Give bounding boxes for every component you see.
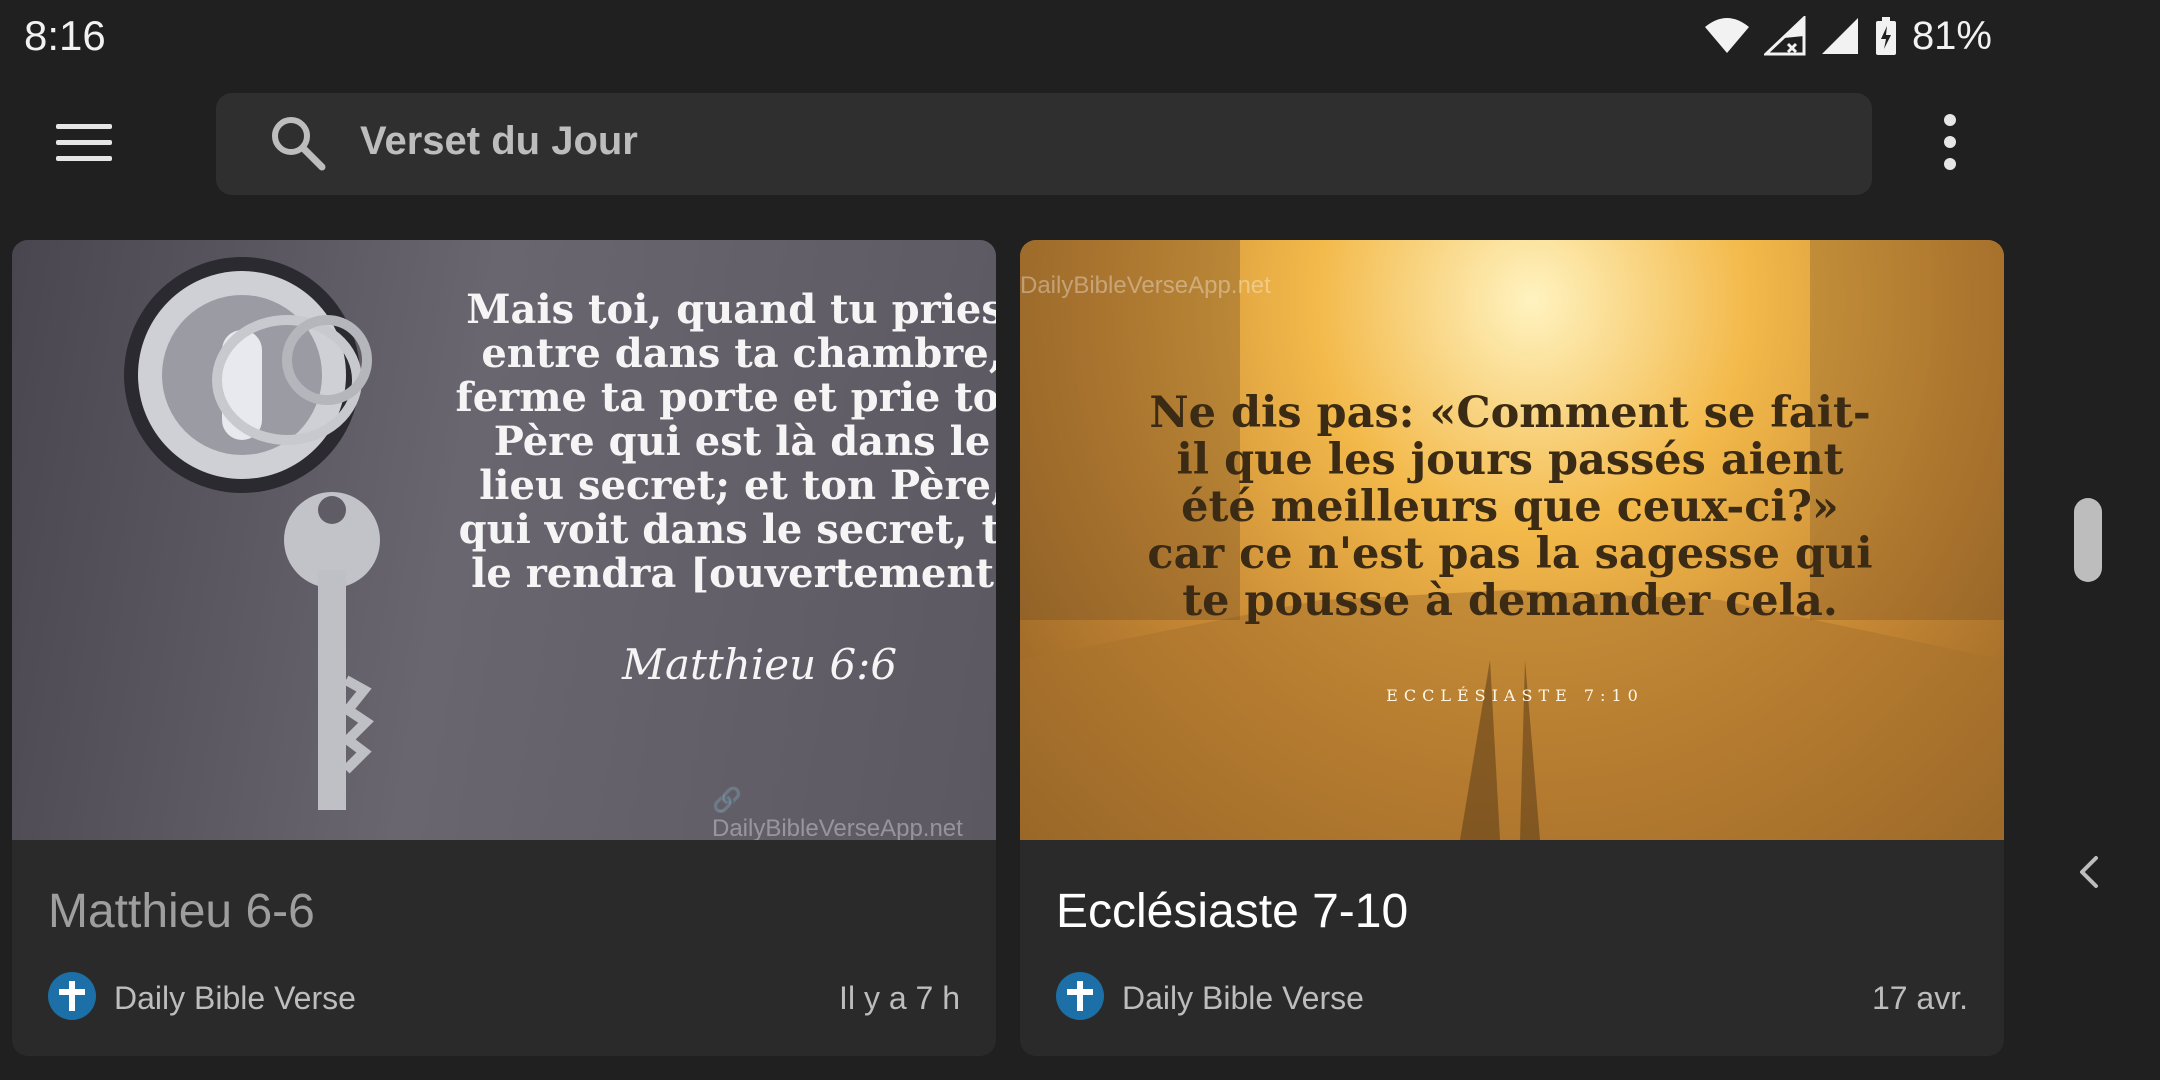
battery-percent: 81% bbox=[1911, 13, 1992, 58]
status-time: 8:16 bbox=[24, 12, 106, 59]
verse-image-text: Mais toi, quand tu pries, entre dans ta … bbox=[455, 286, 996, 597]
search-bar[interactable]: Verset du Jour bbox=[216, 93, 1872, 195]
verse-image-reference: Matthieu 6:6 bbox=[622, 640, 898, 689]
card-title: Ecclésiaste 7-10 bbox=[1056, 885, 1409, 938]
card-title: Matthieu 6-6 bbox=[48, 885, 315, 938]
verse-card[interactable]: Mais toi, quand tu pries, entre dans ta … bbox=[12, 240, 996, 1056]
search-placeholder: Verset du Jour bbox=[360, 119, 638, 163]
source-name: Daily Bible Verse bbox=[114, 980, 356, 1016]
card-date: 17 avr. bbox=[1871, 980, 1968, 1016]
source-name: Daily Bible Verse bbox=[1122, 980, 1364, 1016]
signal-x-icon bbox=[1763, 16, 1806, 56]
chevron-left-icon[interactable] bbox=[2072, 852, 2104, 892]
verse-card[interactable]: DailyBibleVerseApp.net Ne dis pas: «Comm… bbox=[1020, 240, 2004, 1056]
verse-image-text: Ne dis pas: «Comment se fait- il que les… bbox=[1147, 388, 1873, 626]
hamburger-menu-icon[interactable] bbox=[48, 116, 120, 172]
watermark-text: DailyBibleVerseApp.net bbox=[1020, 272, 1271, 299]
verse-image-reference: ECCLÉSIASTE 7:10 bbox=[1386, 686, 1644, 705]
watermark-text: DailyBibleVerseApp.net bbox=[712, 815, 963, 840]
cross-icon bbox=[48, 972, 96, 1020]
more-vert-icon[interactable] bbox=[1936, 114, 1964, 174]
watermark: 🔗 DailyBibleVerseApp.net bbox=[712, 787, 963, 840]
cross-icon bbox=[1056, 972, 1104, 1020]
status-bar: 8:16 81% bbox=[0, 0, 2000, 72]
signal-icon bbox=[1821, 18, 1858, 54]
verse-image: Mais toi, quand tu pries, entre dans ta … bbox=[12, 240, 996, 840]
battery-charging-icon bbox=[1875, 17, 1896, 55]
status-icons: 81% bbox=[1704, 12, 1992, 60]
card-date: Il y a 7 h bbox=[839, 980, 960, 1016]
search-icon bbox=[272, 117, 326, 171]
verse-image: DailyBibleVerseApp.net Ne dis pas: «Comm… bbox=[1020, 240, 2004, 840]
wifi-icon bbox=[1704, 18, 1749, 53]
scrollbar-thumb[interactable] bbox=[2074, 498, 2102, 582]
